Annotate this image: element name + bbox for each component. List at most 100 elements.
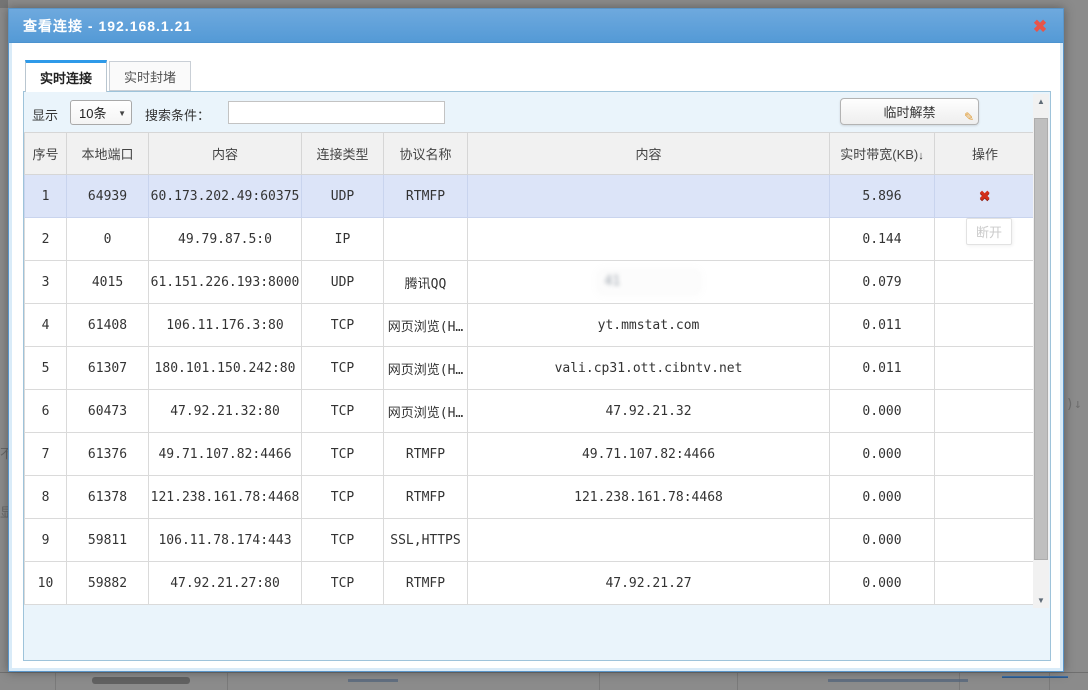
table-row[interactable]: 10 59882 47.92.21.27:80 TCP RTMFP 47.92.…: [25, 562, 1036, 605]
local-port-cell: 0: [67, 218, 149, 261]
content-cell: 106.11.78.174:443: [149, 519, 302, 562]
background-grid-line: [599, 673, 600, 690]
table-row[interactable]: 2 0 49.79.87.5:0 IP 0.144: [25, 218, 1036, 261]
protocol-cell: 腾讯QQ: [384, 261, 468, 304]
local-port-cell: 4015: [67, 261, 149, 304]
operation-cell: [935, 390, 1036, 433]
pencil-icon: ✎: [964, 110, 974, 124]
column-header-local-port: 本地端口: [67, 133, 149, 175]
content-cell: 61.151.226.193:8000: [149, 261, 302, 304]
connection-type-cell: TCP: [302, 304, 384, 347]
content-cell: 60.173.202.49:60375: [149, 175, 302, 218]
table-row[interactable]: 4 61408 106.11.176.3:80 TCP 网页浏览(H… yt.m…: [25, 304, 1036, 347]
scroll-down-icon[interactable]: ▼: [1033, 593, 1049, 608]
content-cell: 180.101.150.242:80: [149, 347, 302, 390]
vertical-scrollbar[interactable]: ▲ ▼: [1033, 94, 1049, 608]
scrollbar-thumb[interactable]: [1034, 118, 1048, 560]
remote-content-cell: 47.92.21.32: [468, 390, 830, 433]
remote-content-cell: [468, 519, 830, 562]
content-cell: 121.238.161.78:4468: [149, 476, 302, 519]
remote-content-cell: 41: [468, 261, 830, 304]
table-row[interactable]: 5 61307 180.101.150.242:80 TCP 网页浏览(H… v…: [25, 347, 1036, 390]
tab-realtime-connections[interactable]: 实时连接: [25, 60, 107, 92]
view-connections-dialog: 查看连接 - 192.168.1.21 ✖ 实时连接 实时封堵 显示 10条 ▼…: [8, 8, 1064, 672]
connection-type-cell: TCP: [302, 433, 384, 476]
connection-type-cell: TCP: [302, 347, 384, 390]
connection-type-cell: TCP: [302, 562, 384, 605]
background-fragment: [348, 679, 398, 682]
table-row[interactable]: 7 61376 49.71.107.82:4466 TCP RTMFP 49.7…: [25, 433, 1036, 476]
background-grid-line: [227, 673, 228, 690]
remote-content-cell: vali.cp31.ott.cibntv.net: [468, 347, 830, 390]
page-size-label: 显示: [32, 105, 58, 124]
protocol-cell: 网页浏览(H…: [384, 347, 468, 390]
table-row[interactable]: 3 4015 61.151.226.193:8000 UDP 腾讯QQ 41 0…: [25, 261, 1036, 304]
search-label: 搜索条件：: [145, 105, 210, 124]
column-header-bandwidth[interactable]: 实时带宽(KB)↓: [830, 133, 935, 175]
operation-cell: [935, 304, 1036, 347]
connection-type-cell: TCP: [302, 519, 384, 562]
protocol-cell: 网页浏览(H…: [384, 304, 468, 347]
remote-content-cell: [468, 218, 830, 261]
remote-content-cell: 121.238.161.78:4468: [468, 476, 830, 519]
table-row[interactable]: 6 60473 47.92.21.32:80 TCP 网页浏览(H… 47.92…: [25, 390, 1036, 433]
operation-cell: ✖: [935, 175, 1036, 218]
connection-type-cell: UDP: [302, 261, 384, 304]
protocol-cell: 网页浏览(H…: [384, 390, 468, 433]
bandwidth-cell: 0.000: [830, 476, 935, 519]
row-index-cell: 9: [25, 519, 67, 562]
column-header-remote-content: 内容: [468, 133, 830, 175]
bandwidth-cell: 0.000: [830, 562, 935, 605]
local-port-cell: 64939: [67, 175, 149, 218]
content-cell: 49.71.107.82:4466: [149, 433, 302, 476]
disconnect-tooltip: 断开: [966, 218, 1012, 245]
local-port-cell: 61307: [67, 347, 149, 390]
close-icon[interactable]: ✖: [1029, 16, 1051, 38]
remote-content-cell: 49.71.107.82:4466: [468, 433, 830, 476]
protocol-cell: RTMFP: [384, 476, 468, 519]
operation-cell: [935, 433, 1036, 476]
local-port-cell: 59882: [67, 562, 149, 605]
connections-table: 序号 本地端口 内容 连接类型 协议名称 内容 实时带宽(KB)↓ 操作 1 6…: [24, 132, 1036, 605]
sort-desc-icon: ↓: [918, 150, 924, 162]
background-fragment: [92, 677, 190, 684]
table-row[interactable]: 1 64939 60.173.202.49:60375 UDP RTMFP 5.…: [25, 175, 1036, 218]
operation-cell: [935, 347, 1036, 390]
protocol-cell: RTMFP: [384, 562, 468, 605]
row-index-cell: 5: [25, 347, 67, 390]
bandwidth-cell: 0.000: [830, 390, 935, 433]
tab-label: 实时封堵: [124, 67, 176, 86]
connection-type-cell: UDP: [302, 175, 384, 218]
bandwidth-cell: 5.896: [830, 175, 935, 218]
bandwidth-cell: 0.144: [830, 218, 935, 261]
page-size-select[interactable]: 10条 ▼: [70, 100, 132, 125]
bandwidth-cell: 0.011: [830, 347, 935, 390]
background-table-edge: [0, 672, 1088, 673]
table-row[interactable]: 8 61378 121.238.161.78:4468 TCP RTMFP 12…: [25, 476, 1036, 519]
temp-unban-button[interactable]: 临时解禁 ✎: [840, 98, 979, 125]
bandwidth-cell: 0.079: [830, 261, 935, 304]
protocol-cell: RTMFP: [384, 433, 468, 476]
content-cell: 49.79.87.5:0: [149, 218, 302, 261]
backdrop-corner: [0, 0, 8, 8]
scroll-up-icon[interactable]: ▲: [1033, 94, 1049, 109]
tab-realtime-blocking[interactable]: 实时封堵: [109, 61, 191, 91]
row-index-cell: 10: [25, 562, 67, 605]
tab-label: 实时连接: [40, 68, 92, 87]
connection-type-cell: TCP: [302, 390, 384, 433]
background-truncated-text: )↓: [1066, 397, 1082, 412]
row-index-cell: 2: [25, 218, 67, 261]
chevron-down-icon: ▼: [118, 109, 126, 118]
background-grid-line: [55, 673, 56, 690]
bandwidth-cell: 0.011: [830, 304, 935, 347]
local-port-cell: 61378: [67, 476, 149, 519]
local-port-cell: 61376: [67, 433, 149, 476]
tab-panel: 显示 10条 ▼ 搜索条件： 临时解禁 ✎ 序号 本地端口 内容: [23, 91, 1051, 661]
operation-cell: [935, 562, 1036, 605]
search-input[interactable]: [228, 101, 445, 124]
disconnect-icon[interactable]: ✖: [979, 185, 990, 207]
page-size-value: 10条: [79, 103, 106, 122]
protocol-cell: [384, 218, 468, 261]
connection-type-cell: TCP: [302, 476, 384, 519]
table-row[interactable]: 9 59811 106.11.78.174:443 TCP SSL,HTTPS …: [25, 519, 1036, 562]
